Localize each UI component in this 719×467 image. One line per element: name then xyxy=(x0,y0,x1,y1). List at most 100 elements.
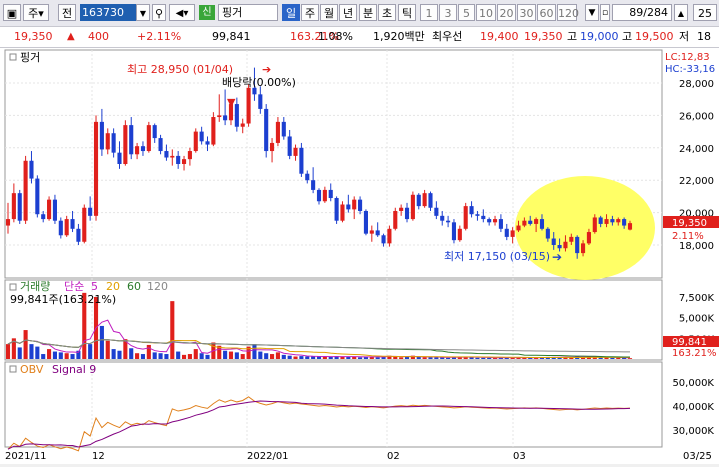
candle-body xyxy=(23,160,28,221)
interval-1-button[interactable]: 1 xyxy=(420,4,438,21)
panel-toggle-icon[interactable] xyxy=(9,53,17,61)
candle-body xyxy=(129,125,134,155)
obv-tick-label: 40,000K xyxy=(672,402,714,413)
volume-bar xyxy=(627,358,633,359)
candle-body xyxy=(340,204,345,221)
interval-3-button[interactable]: 3 xyxy=(439,4,457,21)
candle-body xyxy=(152,125,157,139)
speaker-icon[interactable]: ◀▾ xyxy=(169,4,195,21)
candle-body xyxy=(551,238,556,245)
volume-bar xyxy=(105,340,110,359)
candle-body xyxy=(598,217,603,224)
period-0-button[interactable]: 일 xyxy=(282,4,300,21)
candle-body xyxy=(346,204,351,210)
volume-bar xyxy=(158,353,163,359)
up-arrow-icon: ▲ xyxy=(67,31,75,42)
interval-60-button[interactable]: 60 xyxy=(537,4,556,21)
stock-name-field[interactable]: 핑거 xyxy=(218,4,278,21)
candle-body xyxy=(223,115,228,121)
volume-bar xyxy=(322,356,327,359)
volume-bar xyxy=(299,356,304,359)
candle-body xyxy=(469,206,474,215)
low-label: 고 xyxy=(622,30,633,43)
candle-body xyxy=(240,123,245,127)
prev-value: 18 xyxy=(697,30,711,43)
volume-bar xyxy=(404,356,410,359)
candle-body xyxy=(334,198,339,221)
volume-toggle-icon[interactable] xyxy=(9,283,17,291)
candle-counter[interactable]: 89/284 xyxy=(612,4,672,21)
candle-body xyxy=(375,230,380,236)
obv-y-axis: 50,000K 40,000K 30,000K xyxy=(672,378,714,437)
candle-body xyxy=(504,228,509,237)
interval-30-button[interactable]: 30 xyxy=(517,4,536,21)
interval-10-button[interactable]: 10 xyxy=(476,4,496,21)
candle-body xyxy=(399,207,404,211)
chart-type-label: 주 xyxy=(28,7,39,20)
period-1-button[interactable]: 주 xyxy=(301,4,319,21)
stock-code-input[interactable]: 163730 xyxy=(80,4,136,21)
obv-signal: Signal 9 xyxy=(52,363,96,376)
volume-bar xyxy=(152,352,157,359)
volume-bar xyxy=(305,356,310,359)
candle-body xyxy=(534,219,539,224)
period-4-button[interactable]: 분 xyxy=(359,4,377,21)
trade-amount: 1,920백만 xyxy=(373,30,425,43)
period-3-button[interactable]: 년 xyxy=(339,4,357,21)
high-annotation: 최고 28,950 (01/04) xyxy=(127,63,233,76)
bid-price: 19,350 xyxy=(524,30,563,43)
candle-body xyxy=(117,152,122,164)
volume-bar xyxy=(375,357,380,359)
candle-body xyxy=(52,199,57,221)
candle-body xyxy=(281,121,286,137)
candle-body xyxy=(422,193,427,207)
calendar-icon[interactable]: 25 xyxy=(693,4,717,21)
candle-body xyxy=(170,155,175,158)
obv-toggle-icon[interactable] xyxy=(9,365,17,373)
candle-body xyxy=(387,228,392,244)
candle-body xyxy=(41,214,46,220)
interval-120-button[interactable]: 120 xyxy=(557,4,579,21)
code-dropdown-icon[interactable]: ▼ xyxy=(136,4,150,21)
volume-title: 거래량 xyxy=(20,280,50,293)
volume-bar xyxy=(240,354,245,359)
search-icon[interactable]: ⚲ xyxy=(152,4,166,21)
candle-body xyxy=(105,133,110,150)
candle-body xyxy=(393,210,398,229)
chart-type-select[interactable]: 주▾ xyxy=(23,4,49,21)
stock-chart[interactable]: 핑거 최고 28,950 (01/04) ➔ 배당락(0.00%) ▼ 최저 1… xyxy=(0,48,719,464)
window-icon[interactable]: ▣ xyxy=(3,4,21,21)
period-5-button[interactable]: 초 xyxy=(378,4,396,21)
pin-icon[interactable]: ▫ xyxy=(600,4,610,21)
price-tick-label: 28,000 xyxy=(679,79,714,90)
volume-bar xyxy=(428,357,433,359)
candle-body xyxy=(99,121,104,150)
x-tick-label: 02 xyxy=(387,451,400,462)
candle-body xyxy=(604,219,609,224)
period-2-button[interactable]: 월 xyxy=(320,4,338,21)
volume-bar xyxy=(328,356,333,359)
prev-button[interactable]: 전 xyxy=(58,4,76,21)
volume-bar xyxy=(264,353,269,359)
volume-bar xyxy=(399,357,404,359)
volume-bar xyxy=(270,354,275,359)
interval-dropdown-icon[interactable]: ▼ xyxy=(585,4,599,21)
candle-body xyxy=(322,189,327,202)
volume-bar xyxy=(616,358,621,359)
volume-bar xyxy=(35,346,40,359)
x-tick-label: 2022/01 xyxy=(247,451,289,462)
candle-body xyxy=(270,142,275,152)
volume-bar xyxy=(88,344,93,359)
high-value: 19,000 xyxy=(580,30,619,43)
chart-area[interactable]: 핑거 최고 28,950 (01/04) ➔ 배당락(0.00%) ▼ 최저 1… xyxy=(0,48,719,464)
candle-body xyxy=(434,207,439,216)
interval-20-button[interactable]: 20 xyxy=(497,4,516,21)
period-6-button[interactable]: 틱 xyxy=(398,4,416,21)
volume-bar xyxy=(176,351,181,359)
candle-body xyxy=(575,236,580,254)
low-value: 19,500 xyxy=(635,30,674,43)
candle-body xyxy=(457,228,462,241)
counter-spin-icon[interactable]: ▲ xyxy=(674,4,688,21)
interval-5-button[interactable]: 5 xyxy=(458,4,475,21)
candle-body xyxy=(616,219,621,223)
